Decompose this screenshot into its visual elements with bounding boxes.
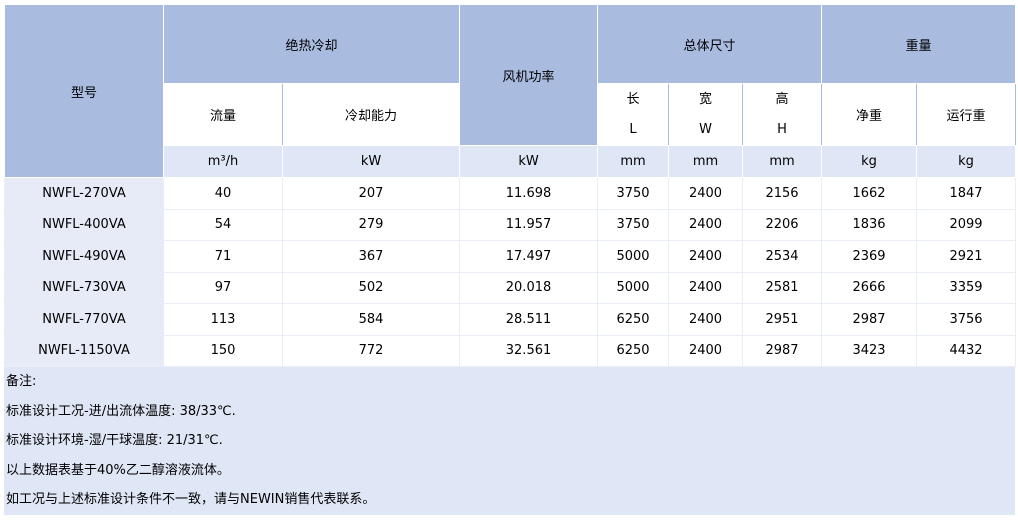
table-row: NWFL-490VA 71 367 17.497 5000 2400 2534 2369 292… [4,240,1017,273]
model-cell: NWFL-400VA [4,208,164,241]
weight-group-header: 重量 [821,4,1017,84]
capacity-cell: 502 [281,271,461,304]
fan-power-header: 风机功率 [459,4,599,146]
net-weight-cell: 2369 [821,240,918,273]
net-weight-cell: 1662 [821,177,918,210]
width-label: 宽 [699,91,713,107]
model-cell: NWFL-270VA [4,177,164,210]
length-header: 长 L [597,83,670,146]
length-cell: 5000 [597,240,670,273]
table-row: NWFL-770VA 113 584 28.511 6250 2400 2951 2987 37… [4,303,1017,336]
note-line: 如工况与上述标准设计条件不一致，请与NEWIN销售代表联系。 [6,492,376,508]
unit-width: mm [668,145,744,178]
height-cell: 2987 [742,334,823,367]
fan-power-cell: 17.497 [459,240,599,273]
flow-cell: 54 [163,208,283,241]
unit-net-weight: kg [821,145,918,178]
fan-power-cell: 11.957 [459,208,599,241]
unit-operating-weight: kg [916,145,1017,178]
fan-power-cell: 11.698 [459,177,599,210]
model-cell: NWFL-490VA [4,240,164,273]
model-cell: NWFL-730VA [4,271,164,304]
unit-fan-power: kW [459,145,599,178]
operating-weight-cell: 2921 [916,240,1017,273]
height-cell: 2206 [742,208,823,241]
capacity-cell: 584 [281,303,461,336]
operating-weight-cell: 4432 [916,334,1017,367]
length-cell: 6250 [597,303,670,336]
note-line: 标准设计环境-湿/干球温度: 21/31℃. [6,433,223,449]
capacity-cell: 279 [281,208,461,241]
net-weight-cell: 1836 [821,208,918,241]
table-row: NWFL-270VA 40 207 11.698 3750 2400 2156 1662 184… [4,177,1017,210]
flow-cell: 113 [163,303,283,336]
dimensions-group-header: 总体尺寸 [597,4,823,84]
net-weight-cell: 3423 [821,334,918,367]
operating-weight-cell: 1847 [916,177,1017,210]
height-label: 高 [775,91,789,107]
capacity-cell: 367 [281,240,461,273]
note-line: 标准设计工况-进/出流体温度: 38/33℃. [6,403,236,419]
capacity-cell: 207 [281,177,461,210]
table-row: NWFL-400VA 54 279 11.957 3750 2400 2206 1836 209… [4,208,1017,241]
spec-table: 型号 绝热冷却 风机功率 总体尺寸 重量 流量 冷却能力 长 L 宽 W 高 H… [4,4,1017,367]
width-cell: 2400 [668,303,744,336]
length-label: 长 [626,91,640,107]
cooling-group-header: 绝热冷却 [162,4,461,84]
width-cell: 2400 [668,177,744,210]
net-weight-cell: 2987 [821,303,918,336]
operating-weight-cell: 3359 [916,271,1017,304]
width-cell: 2400 [668,240,744,273]
operating-weight-cell: 3756 [916,303,1017,336]
capacity-cell: 772 [281,334,461,367]
width-header: 宽 W [668,83,744,146]
width-symbol: W [699,121,712,137]
operating-weight-header: 运行重 [916,83,1017,146]
flow-cell: 97 [163,271,283,304]
flow-cell: 40 [163,177,283,210]
height-cell: 2534 [742,240,823,273]
width-cell: 2400 [668,208,744,241]
height-cell: 2581 [742,271,823,304]
height-cell: 2156 [742,177,823,210]
fan-power-cell: 32.561 [459,334,599,367]
table-row: NWFL-730VA 97 502 20.018 5000 2400 2581 2666 335… [4,271,1017,304]
unit-capacity: kW [281,145,461,178]
flow-cell: 150 [163,334,283,367]
width-cell: 2400 [668,334,744,367]
fan-power-cell: 28.511 [459,303,599,336]
length-cell: 6250 [597,334,670,367]
note-line: 以上数据表基于40%乙二醇溶液流体。 [6,462,230,478]
unit-flow: m³/h [163,145,283,178]
flow-header: 流量 [163,83,283,146]
header-row-1: 型号 绝热冷却 风机功率 总体尺寸 重量 [4,4,1017,178]
width-cell: 2400 [668,271,744,304]
model-header: 型号 [4,4,164,178]
notes-title: 备注: [6,374,37,389]
net-weight-cell: 2666 [821,271,918,304]
model-cell: NWFL-1150VA [4,334,164,367]
height-symbol: H [777,121,787,137]
unit-length: mm [597,145,670,178]
length-cell: 5000 [597,271,670,304]
spec-sheet: 型号 绝热冷却 风机功率 总体尺寸 重量 流量 冷却能力 长 L 宽 W 高 H… [4,4,1017,515]
length-symbol: L [629,121,637,137]
model-cell: NWFL-770VA [4,303,164,336]
unit-height: mm [742,145,823,178]
height-cell: 2951 [742,303,823,336]
table-body: NWFL-270VA 40 207 11.698 3750 2400 2156 1662 184… [4,177,1017,367]
operating-weight-cell: 2099 [916,208,1017,241]
table-row: NWFL-1150VA 150 772 32.561 6250 2400 2987 3423 4… [4,334,1017,367]
capacity-header: 冷却能力 [281,83,461,146]
notes-section: 备注: 标准设计工况-进/出流体温度: 38/33℃. 标准设计环境-湿/干球温度:… [4,367,1015,515]
height-header: 高 H [742,83,823,146]
length-cell: 3750 [597,208,670,241]
length-cell: 3750 [597,177,670,210]
fan-power-cell: 20.018 [459,271,599,304]
flow-cell: 71 [163,240,283,273]
net-weight-header: 净重 [821,83,918,146]
